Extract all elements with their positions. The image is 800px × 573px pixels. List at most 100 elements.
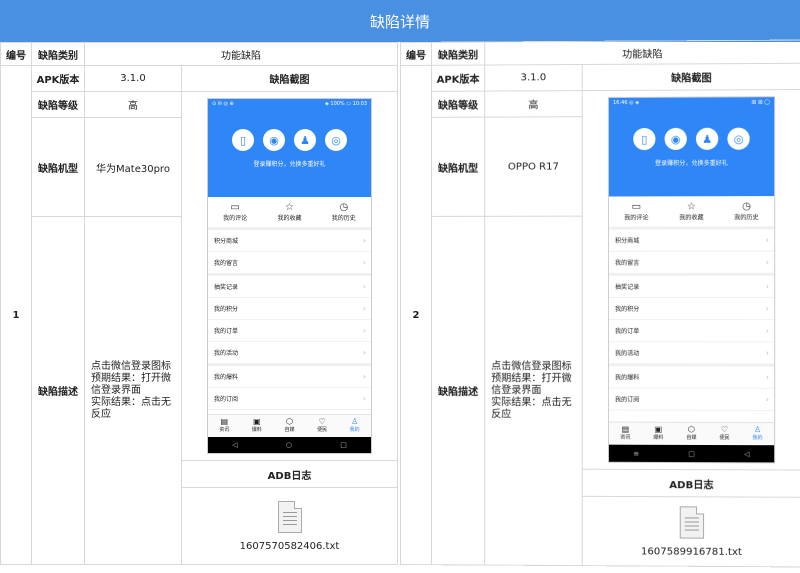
tab-mine[interactable]: ♙ 我的: [752, 423, 762, 445]
heart-icon: ♡: [318, 417, 326, 426]
tab-mine[interactable]: ♙ 我的: [350, 415, 360, 437]
menu-item[interactable]: 我的留言 ›: [608, 251, 775, 276]
shortcut-comments[interactable]: ▭ 我的评论: [616, 201, 656, 221]
chevron-right-icon: ›: [765, 326, 770, 336]
tips-icon: ▣: [253, 417, 261, 426]
menu-item[interactable]: 我的积分 ›: [608, 297, 775, 321]
menu-item[interactable]: 我的爆料 ›: [208, 366, 371, 388]
adb-log-label: ADB日志: [181, 460, 398, 488]
screenshot-label: 缺陷截图: [181, 65, 398, 92]
chevron-right-icon: ›: [765, 394, 770, 404]
menu-item[interactable]: 抽奖记录 ›: [208, 276, 371, 298]
qq-icon[interactable]: ♟: [695, 127, 719, 150]
screenshot-label: 缺陷截图: [582, 63, 800, 91]
level-value: 高: [484, 90, 583, 118]
menu-item[interactable]: 我的积分 ›: [208, 298, 371, 320]
clock-icon: ◷: [742, 201, 751, 213]
wechat-icon[interactable]: ◉: [263, 129, 285, 151]
device-value: OPPO R17: [484, 116, 583, 217]
tips-icon: ▣: [654, 424, 663, 434]
apk-label: APK版本: [431, 65, 485, 92]
adb-log-filename[interactable]: 1607570582406.txt: [182, 541, 397, 552]
apk-value: 3.1.0: [84, 65, 182, 92]
menu-item[interactable]: 积分商城 ›: [608, 229, 775, 252]
wechat-icon[interactable]: ◉: [664, 127, 687, 151]
phone-icon[interactable]: ▯: [633, 127, 656, 151]
adb-log-filename[interactable]: 1607589916781.txt: [583, 546, 800, 558]
description-label: 缺陷描述: [31, 216, 85, 565]
report-number: 2: [400, 65, 432, 565]
chevron-right-icon: ›: [765, 281, 770, 291]
back-icon[interactable]: ◁: [232, 441, 237, 449]
tab-services[interactable]: ♡ 便民: [317, 415, 327, 437]
apk-label: APK版本: [31, 65, 85, 92]
chevron-right-icon: ›: [362, 348, 366, 357]
user-icon: ♙: [351, 417, 359, 426]
home-icon[interactable]: ○: [286, 441, 292, 449]
phone-icon[interactable]: ▯: [232, 129, 254, 151]
weibo-icon[interactable]: ◎: [727, 127, 750, 150]
login-hero: ▯ ◉ ♟ ◎ 登录赚积分，兑换多重好礼: [608, 107, 775, 197]
menu-icon[interactable]: ≡: [633, 449, 639, 457]
tab-tips[interactable]: ▣ 爆料: [653, 423, 663, 445]
shortcut-history[interactable]: ◷ 我的历史: [324, 202, 364, 222]
shortcut-history[interactable]: ◷ 我的历史: [726, 201, 767, 221]
chevron-right-icon: ›: [765, 348, 770, 358]
login-slogan: 登录赚积分，兑换多重好礼: [654, 159, 728, 168]
menu-list: 积分商城 › 我的留言 › 抽奖记录 › 我的积分 › 我的订单 › 我的活动 › 我的爆料…: [208, 230, 371, 410]
comment-icon: ▭: [230, 202, 240, 213]
adb-log-cell: 1607589916781.txt: [582, 496, 800, 567]
device-value: 华为Mate30pro: [84, 117, 182, 217]
shortcut-favorites[interactable]: ☆ 我的收藏: [671, 201, 712, 221]
description-label: 缺陷描述: [431, 216, 485, 566]
shortcut-favorites[interactable]: ☆ 我的收藏: [269, 202, 309, 222]
device-label: 缺陷机型: [431, 117, 485, 217]
news-icon: ▤: [621, 424, 630, 434]
level-label: 缺陷等级: [31, 91, 85, 118]
recents-icon[interactable]: □: [340, 441, 347, 449]
heart-icon: ♡: [720, 424, 729, 434]
tab-news[interactable]: ▤ 资讯: [620, 423, 630, 445]
user-icon: ♙: [753, 424, 762, 435]
login-slogan: 登录赚积分，兑换多重好礼: [253, 161, 326, 168]
menu-item[interactable]: 我的订阅 ›: [208, 388, 371, 410]
weibo-icon[interactable]: ◎: [325, 129, 347, 151]
login-hero: ▯ ◉ ♟ ◎ 登录赚积分，兑换多重好礼: [208, 109, 371, 197]
shortcut-comments[interactable]: ▭ 我的评论: [215, 202, 255, 222]
description-value: 点击微信登录图标 预期结果：打开微 信登录界面 实际结果：点击无 反应: [84, 216, 182, 565]
clock-icon: ◷: [339, 202, 349, 213]
bottom-tab-bar: ▤ 资讯 ▣ 爆料 ⬡ 自媒 ♡ 便民 ♙ 我的: [208, 414, 371, 437]
menu-item[interactable]: 我的爆料 ›: [608, 366, 775, 389]
qq-icon[interactable]: ♟: [294, 129, 316, 151]
home-icon[interactable]: ▢: [688, 449, 695, 457]
menu-item[interactable]: 我的活动 ›: [208, 342, 371, 366]
bottom-tab-bar: ▤ 资讯 ▣ 爆料 ⬡ 自媒 ♡ 便民 ♙ 我的: [608, 421, 775, 446]
device-label: 缺陷机型: [31, 117, 85, 217]
menu-list: 积分商城 › 我的留言 › 抽奖记录 › 我的积分 › 我的订单 › 我的活动 › 我的爆料…: [608, 229, 775, 411]
menu-item[interactable]: 我的订单 ›: [208, 320, 371, 342]
apk-value: 3.1.0: [484, 64, 583, 92]
menu-item[interactable]: 我的订阅 ›: [608, 388, 775, 411]
chevron-right-icon: ›: [765, 235, 770, 245]
text-file-icon[interactable]: [277, 500, 302, 533]
tab-news[interactable]: ▤ 资讯: [219, 415, 229, 437]
menu-item[interactable]: 我的留言 ›: [208, 252, 371, 276]
menu-item[interactable]: 抽奖记录 ›: [608, 275, 775, 298]
app-screenshot: ⊙ ✉ ◎ ⊕ ◈ 100% ▭ 10:03 ▯ ◉ ♟ ◎ 登录赚积分，兑换多…: [207, 98, 372, 454]
tab-services[interactable]: ♡ 便民: [719, 423, 729, 445]
android-nav-bar: ◁ ○ □: [208, 437, 371, 453]
shortcut-row: ▭ 我的评论 ☆ 我的收藏 ◷ 我的历史: [608, 196, 775, 230]
menu-item[interactable]: 我的活动 ›: [608, 342, 775, 367]
chevron-right-icon: ›: [362, 394, 366, 403]
chevron-right-icon: ›: [765, 257, 770, 267]
back-icon[interactable]: ◁: [744, 450, 749, 458]
chevron-right-icon: ›: [362, 236, 366, 245]
tab-tips[interactable]: ▣ 爆料: [252, 415, 262, 437]
tab-media[interactable]: ⬡ 自媒: [686, 423, 696, 445]
tab-media[interactable]: ⬡ 自媒: [284, 415, 294, 437]
menu-item[interactable]: 积分商城 ›: [208, 230, 371, 252]
defect-table: 编号 缺陷类别 功能缺陷 2 APK版本 3.1.0 缺陷截图 缺陷等级 高 1…: [400, 40, 800, 568]
app-screenshot: 16:46 ◎ ◈ ▥ ▥ ◯ ▯ ◉ ♟ ◎ 登录赚积分，兑换多重好礼 ▭ 我…: [607, 96, 776, 464]
menu-item[interactable]: 我的订单 ›: [608, 320, 775, 343]
text-file-icon[interactable]: [679, 505, 704, 539]
